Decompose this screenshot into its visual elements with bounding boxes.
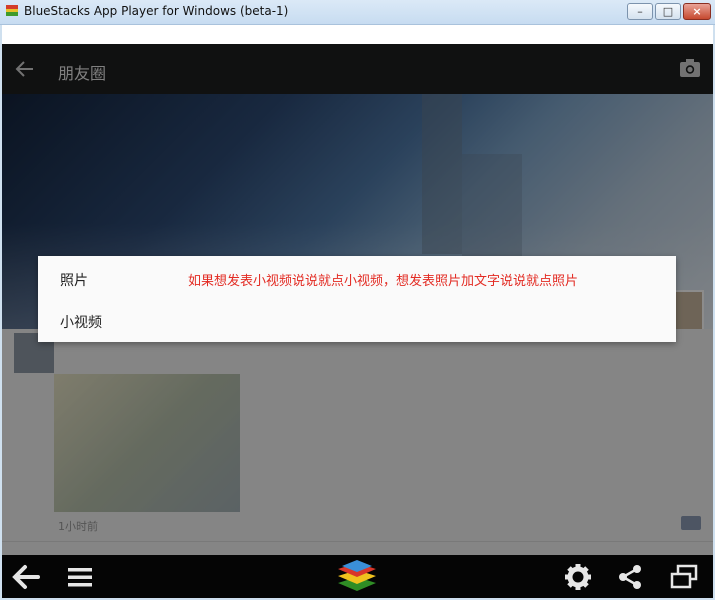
maximize-button[interactable]: □ (655, 3, 681, 20)
window-titlebar: BlueStacks App Player for Windows (beta-… (0, 0, 715, 25)
post-type-dialog: 照片 如果想发表小视频说说就点小视频，想发表照片加文字说说就点照片 小视频 (38, 256, 676, 342)
minimize-icon: – (637, 5, 643, 18)
bluestacks-logo-icon (6, 5, 18, 16)
annotation-note: 如果想发表小视频说说就点小视频，想发表照片加文字说说就点照片 (188, 274, 579, 289)
share-icon[interactable] (614, 561, 646, 593)
bluestacks-bottom-bar (2, 555, 713, 598)
minimize-button[interactable]: – (627, 3, 653, 20)
windows-icon[interactable] (668, 561, 700, 593)
option-photo[interactable]: 照片 (60, 270, 88, 290)
window-spacer (2, 25, 713, 44)
gear-icon[interactable] (562, 561, 594, 593)
option-video[interactable]: 小视频 (60, 312, 102, 332)
close-icon: × (692, 5, 702, 18)
bluestacks-logo-icon[interactable] (334, 557, 380, 595)
close-button[interactable]: × (683, 3, 711, 20)
arrow-left-icon[interactable] (10, 561, 42, 593)
maximize-icon: □ (662, 5, 674, 18)
window-title: BlueStacks App Player for Windows (beta-… (24, 4, 289, 18)
hamburger-icon[interactable] (64, 561, 96, 593)
